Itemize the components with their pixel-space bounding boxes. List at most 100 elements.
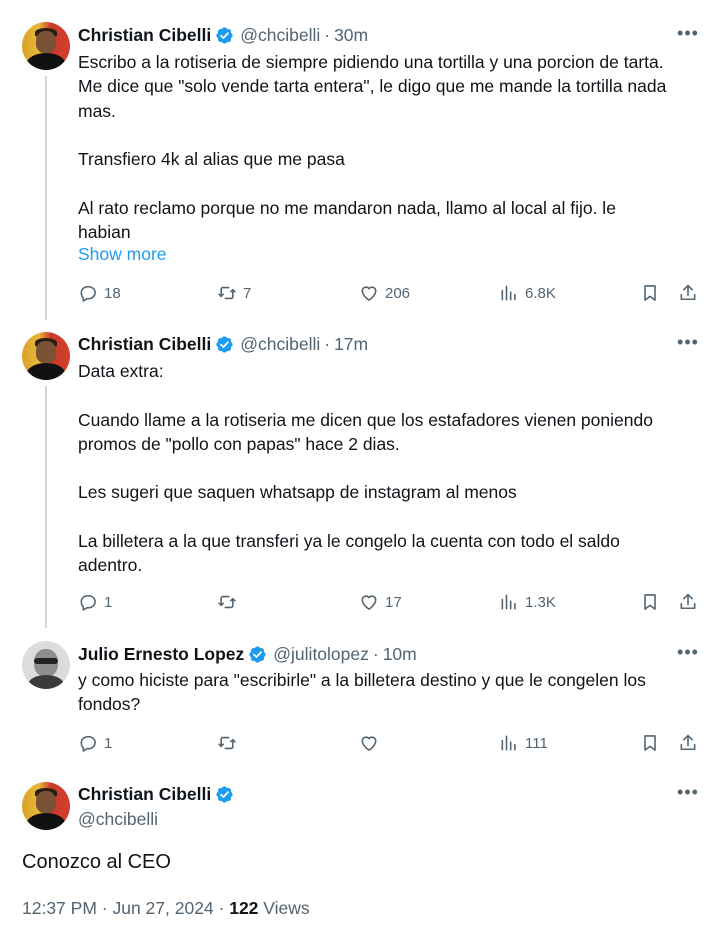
- share-button[interactable]: [678, 589, 698, 615]
- reply-button[interactable]: 1: [78, 730, 112, 756]
- share-button[interactable]: [678, 730, 698, 756]
- verified-badge-icon: [216, 26, 233, 44]
- text-line: mas.: [78, 100, 116, 121]
- analytics-icon: [501, 594, 516, 610]
- reply-icon: [80, 594, 96, 611]
- text-line: adentro.: [78, 555, 143, 576]
- avatar[interactable]: [22, 782, 70, 830]
- repost-button[interactable]: [217, 589, 243, 615]
- views-button[interactable]: 111: [499, 730, 548, 756]
- author-name[interactable]: Christian Cibelli: [78, 333, 211, 355]
- text-line: promos de "pollo con papas" hace 2 dias.: [78, 433, 400, 454]
- verified-badge-icon: [216, 335, 233, 353]
- tweet-text: Escribo a la rotiseria de siempre pidien…: [78, 50, 703, 244]
- repost-button[interactable]: 7: [217, 280, 251, 306]
- more-options-icon[interactable]: •••: [676, 643, 700, 665]
- analytics-icon: [501, 285, 516, 301]
- avatar[interactable]: [22, 332, 70, 380]
- text-line: Escribo a la rotiseria de siempre pidien…: [78, 52, 664, 72]
- avatar[interactable]: [22, 641, 70, 689]
- bookmark-button[interactable]: [640, 730, 660, 756]
- analytics-icon: [501, 735, 516, 751]
- author-handle[interactable]: @chcibelli: [240, 333, 320, 355]
- author-handle[interactable]: @chcibelli: [78, 808, 158, 830]
- share-icon: [680, 284, 696, 301]
- verified-badge-icon: [216, 785, 233, 803]
- repost-icon: [218, 736, 236, 750]
- text-line: Me dice que "solo vende tarta entera", l…: [78, 76, 667, 97]
- like-button[interactable]: 206: [359, 280, 410, 306]
- text-line: La billetera a la que transferi ya le co…: [78, 531, 620, 552]
- like-button[interactable]: [359, 730, 385, 756]
- text-line: [78, 123, 703, 147]
- tweet-time[interactable]: 30m: [334, 24, 368, 46]
- author-handle[interactable]: @chcibelli: [240, 24, 320, 46]
- reply-count: 1: [104, 734, 113, 752]
- text-line: Cuando llame a la rotiseria me dicen que…: [78, 409, 653, 430]
- tweet-meta: 12:37 PM · Jun 27, 2024 · 122 Views: [22, 896, 310, 920]
- text-line: [78, 171, 703, 195]
- bookmark-icon: [644, 735, 656, 751]
- like-button[interactable]: 17: [359, 589, 402, 615]
- reply-count: 1: [104, 593, 113, 611]
- reply-button[interactable]: 18: [78, 280, 121, 306]
- repost-count: 7: [243, 284, 252, 302]
- more-options-icon[interactable]: •••: [676, 24, 700, 46]
- share-icon: [680, 734, 696, 751]
- thread-connector: [45, 76, 47, 320]
- tweet-actions: 18 7 206 6.8K: [78, 280, 703, 306]
- separator-dot: ·: [324, 334, 331, 354]
- like-count: 206: [385, 284, 411, 302]
- author-handle[interactable]: @julitolopez: [273, 643, 369, 665]
- views-button[interactable]: 6.8K: [499, 280, 556, 306]
- text-line: Al rato reclamo porque no me mandaron na…: [78, 197, 616, 218]
- views-count: 1.3K: [525, 593, 556, 611]
- tweet-time[interactable]: 10m: [383, 643, 417, 665]
- like-count: 17: [385, 593, 402, 611]
- author-name[interactable]: Julio Ernesto Lopez: [78, 643, 244, 665]
- views-count: 6.8K: [525, 284, 556, 302]
- heart-icon: [361, 286, 377, 301]
- reply-count: 18: [104, 284, 121, 302]
- tweet-actions: 1 17 1.3K: [78, 589, 703, 615]
- repost-button[interactable]: [217, 730, 243, 756]
- author-name[interactable]: Christian Cibelli: [78, 783, 211, 805]
- show-more-link[interactable]: Show more: [78, 242, 167, 266]
- bookmark-icon: [644, 594, 656, 610]
- verified-badge-icon: [249, 645, 266, 663]
- text-line: y como hiciste para "escribirle" a la bi…: [78, 670, 646, 690]
- text-line: Les sugeri que saquen whatsapp de instag…: [78, 482, 517, 503]
- repost-icon: [218, 286, 236, 300]
- tweet-time[interactable]: 17m: [334, 333, 368, 355]
- views-button[interactable]: 1.3K: [499, 589, 556, 615]
- tweet-text: y como hiciste para "escribirle" a la bi…: [78, 668, 703, 717]
- views-label: Views: [258, 898, 310, 918]
- tweet-header: Julio Ernesto Lopez @julitolopez · 10m: [78, 643, 417, 665]
- share-button[interactable]: [678, 280, 698, 306]
- heart-icon: [361, 736, 377, 751]
- reply-icon: [80, 285, 96, 302]
- text-line: Transfiero 4k al alias que me pasa: [78, 149, 345, 170]
- tweet-timestamp[interactable]: 12:37 PM · Jun 27, 2024 ·: [22, 898, 229, 918]
- avatar[interactable]: [22, 22, 70, 70]
- repost-icon: [218, 595, 236, 609]
- author-name[interactable]: Christian Cibelli: [78, 24, 211, 46]
- heart-icon: [361, 595, 377, 610]
- reply-button[interactable]: 1: [78, 589, 112, 615]
- more-options-icon[interactable]: •••: [676, 783, 700, 805]
- bookmark-icon: [644, 285, 656, 301]
- thread-connector: [45, 386, 47, 628]
- tweet-header: Christian Cibelli @chcibelli · 30m: [78, 24, 368, 46]
- text-line: [78, 456, 703, 480]
- text-line: [78, 505, 703, 529]
- share-icon: [680, 593, 696, 610]
- tweet-actions: 1 111: [78, 730, 703, 756]
- text-line: habian: [78, 222, 131, 243]
- tweet-header: Christian Cibelli: [78, 783, 240, 805]
- views-total: 122: [229, 898, 259, 918]
- reply-icon: [80, 735, 96, 752]
- separator-dot: ·: [372, 644, 379, 664]
- bookmark-button[interactable]: [640, 589, 660, 615]
- bookmark-button[interactable]: [640, 280, 660, 306]
- more-options-icon[interactable]: •••: [676, 333, 700, 355]
